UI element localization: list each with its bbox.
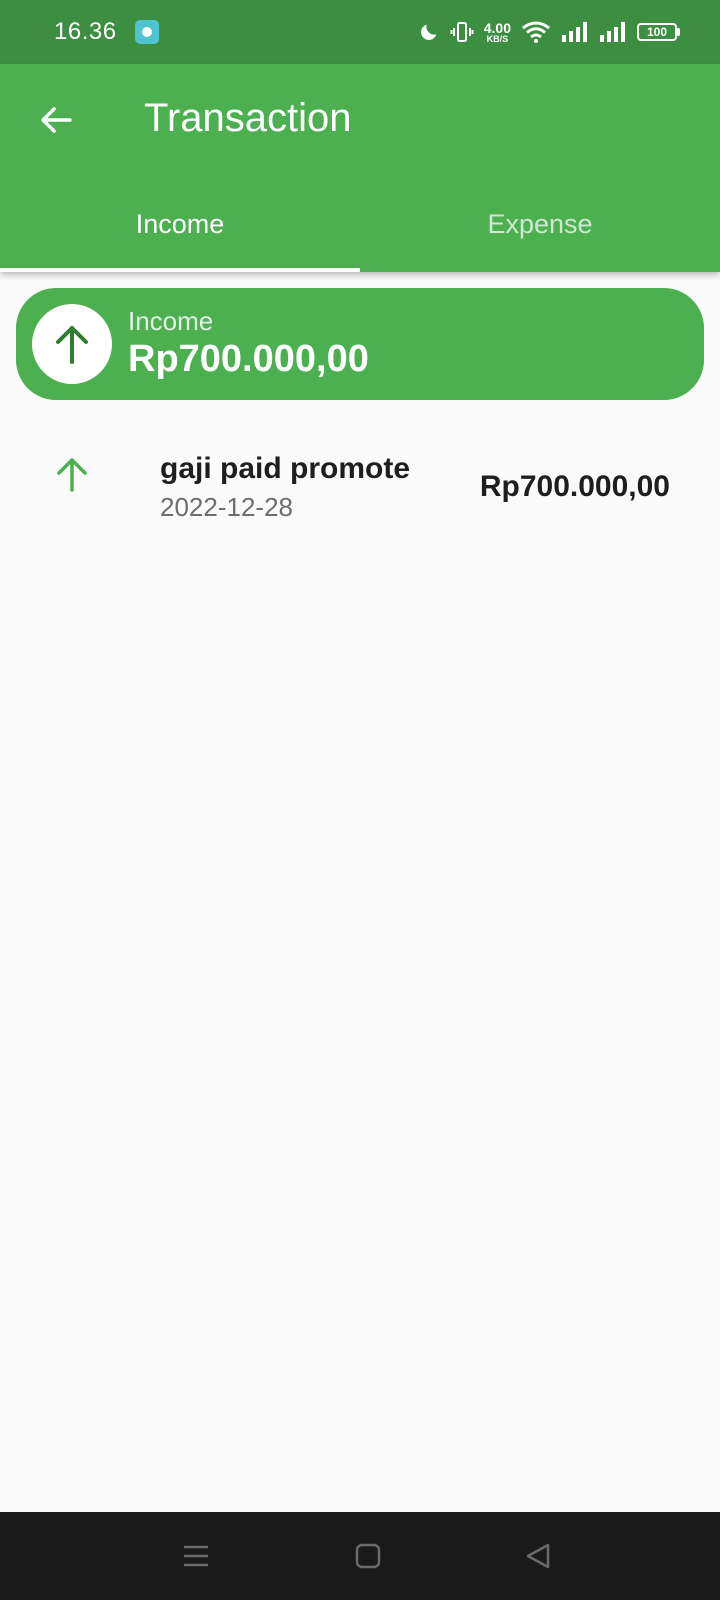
transaction-date: 2022-12-28 — [160, 492, 293, 522]
vibrate-icon — [450, 22, 474, 42]
tab-bar: Income Expense — [0, 184, 720, 272]
app-bar: Transaction Income Expense — [0, 64, 720, 272]
transaction-amount: Rp700.000,00 — [479, 470, 670, 503]
status-time: 16.36 — [54, 18, 117, 45]
app-notification-icon — [135, 20, 159, 44]
summary-label: Income — [128, 306, 214, 336]
square-icon — [355, 1543, 381, 1569]
page-title: Transaction — [144, 96, 352, 140]
home-button[interactable] — [346, 1534, 390, 1578]
triangle-back-icon — [526, 1543, 550, 1569]
recents-button[interactable] — [174, 1534, 218, 1578]
arrow-up-icon — [56, 326, 88, 364]
menu-icon — [184, 1545, 208, 1567]
moon-icon — [420, 24, 437, 40]
transaction-icon — [50, 452, 94, 496]
network-speed-value: 4.00 — [483, 19, 511, 36]
transaction-list-item[interactable]: gaji paid promote 2022-12-28 Rp700.000,0… — [0, 432, 720, 552]
network-speed-unit: KB/S — [486, 33, 509, 44]
transaction-title: gaji paid promote — [160, 452, 411, 485]
status-bar: 16.36 4.00 KB/S 100 — [0, 0, 720, 64]
battery-icon: 100 — [637, 23, 680, 41]
network-speed: 4.00 KB/S — [484, 21, 511, 44]
income-summary-card: Income Rp700.000,00 — [16, 288, 704, 400]
arrow-left-icon — [41, 107, 72, 133]
status-icons: 4.00 KB/S 100 — [418, 18, 680, 46]
back-button[interactable] — [30, 94, 82, 146]
signal-2-icon — [600, 22, 625, 42]
arrow-up-icon — [57, 458, 87, 492]
summary-avatar — [32, 304, 112, 384]
tab-indicator — [0, 268, 360, 272]
summary-amount: Rp700.000,00 — [128, 338, 369, 380]
tab-income[interactable]: Income — [0, 184, 360, 272]
battery-level: 100 — [637, 23, 677, 41]
tab-income-label: Income — [135, 208, 225, 239]
back-nav-button[interactable] — [516, 1534, 560, 1578]
tab-expense-label: Expense — [487, 208, 593, 239]
signal-1-icon — [562, 22, 587, 42]
wifi-icon — [522, 21, 550, 43]
tab-expense[interactable]: Expense — [360, 184, 720, 272]
system-nav-bar — [0, 1512, 720, 1600]
